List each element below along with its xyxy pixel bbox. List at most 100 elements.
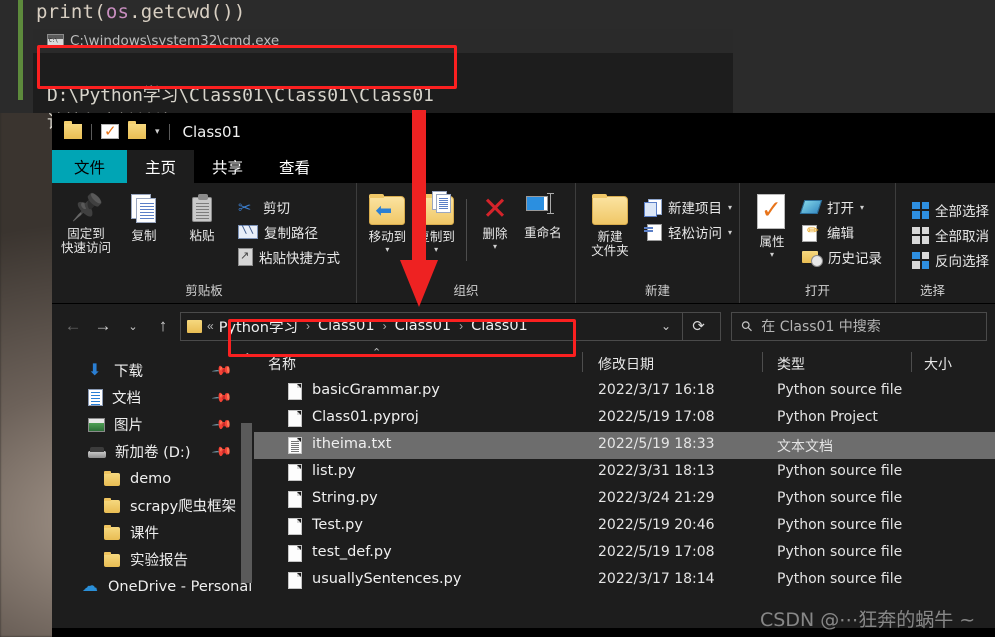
pin-icon[interactable]: 📌: [211, 360, 233, 383]
code-prefix: print(: [36, 1, 106, 23]
scroll-up-icon[interactable]: ⌃: [243, 351, 252, 364]
file-type: Python source file: [777, 382, 903, 398]
nav-item-downloads[interactable]: ⬇ 下载 📌: [52, 357, 254, 384]
column-headers: 名称 ⌃ 修改日期 类型 大小: [254, 347, 995, 378]
history-button[interactable]: 历史记录: [802, 247, 882, 267]
cmd-console-window[interactable]: C:\windows\system32\cmd.exe D:\Python学习\…: [33, 29, 733, 133]
pin-icon[interactable]: 📌: [211, 441, 233, 464]
breadcrumb-overflow-icon[interactable]: «: [205, 319, 216, 333]
code-line: print(os.getcwd()): [36, 1, 246, 23]
cut-button[interactable]: ✂ 剪切: [238, 197, 340, 218]
column-header-size[interactable]: 大小: [924, 354, 952, 374]
invert-selection-button[interactable]: 反向选择: [912, 250, 989, 270]
tab-share[interactable]: 共享: [194, 150, 261, 183]
column-header-type[interactable]: 类型: [777, 354, 805, 374]
pin-to-quick-access-button[interactable]: 固定到 快速访问: [58, 191, 114, 255]
table-row[interactable]: Test.py 2022/5/19 20:46 Python source fi…: [254, 513, 995, 540]
select-none-button[interactable]: 全部取消: [912, 225, 989, 245]
search-input[interactable]: ⚲ 在 Class01 中搜索: [731, 311, 987, 341]
breadcrumb[interactable]: « Python学习 › Class01 › Class01 › Class01…: [180, 311, 721, 341]
table-row[interactable]: Class01.pyproj 2022/5/19 17:08 Python Pr…: [254, 405, 995, 432]
breadcrumb-separator[interactable]: ›: [378, 319, 392, 333]
nav-item-drive-d[interactable]: 新加卷 (D:) 📌: [52, 438, 254, 465]
nav-item-label: 图片: [114, 418, 143, 434]
tab-file[interactable]: 文件: [52, 150, 128, 183]
copy-button[interactable]: 复制: [116, 191, 172, 243]
ribbon-group-select: 全部选择 全部取消 反向选择 选择: [896, 183, 995, 303]
edit-button[interactable]: 编辑: [802, 222, 882, 242]
button-label: 复制到: [417, 229, 455, 244]
folder-icon[interactable]: [64, 121, 82, 139]
nav-item-onedrive[interactable]: ☁ OneDrive - Personal: [52, 573, 254, 600]
paste-button[interactable]: 粘贴: [174, 191, 230, 243]
table-row[interactable]: test_def.py 2022/5/19 17:08 Python sourc…: [254, 540, 995, 567]
table-row[interactable]: list.py 2022/3/31 18:13 Python source fi…: [254, 459, 995, 486]
tab-view[interactable]: 查看: [261, 150, 328, 183]
table-row[interactable]: itheima.txt 2022/5/19 18:33 文本文档: [254, 432, 995, 459]
column-divider[interactable]: [911, 352, 912, 372]
paste-shortcut-button[interactable]: 粘贴快捷方式: [238, 247, 340, 267]
nav-item-demo[interactable]: demo: [52, 465, 254, 492]
nav-item-documents[interactable]: 文档 📌: [52, 384, 254, 411]
select-all-button[interactable]: 全部选择: [912, 200, 989, 220]
pin-icon[interactable]: 📌: [211, 414, 233, 437]
back-arrow-icon[interactable]: ←: [60, 313, 86, 339]
delete-button[interactable]: ✕ 删除 ▾: [473, 191, 516, 251]
nav-item-pictures[interactable]: 图片 📌: [52, 411, 254, 438]
refresh-icon[interactable]: ⟳: [682, 311, 714, 341]
breadcrumb-separator[interactable]: ›: [454, 319, 468, 333]
open-button[interactable]: 打开 ▾: [802, 197, 882, 217]
nav-item-label: 下载: [114, 364, 143, 380]
breadcrumb-separator[interactable]: ›: [301, 319, 315, 333]
easy-access-button[interactable]: 轻松访问 ▾: [644, 222, 732, 242]
tab-home[interactable]: 主页: [127, 150, 195, 183]
rename-button[interactable]: 重命名: [517, 191, 569, 240]
chevron-down-icon[interactable]: ▾: [728, 228, 732, 237]
nav-item-courseware[interactable]: 课件: [52, 519, 254, 546]
download-icon: ⬇: [88, 361, 102, 379]
recent-locations-icon[interactable]: ⌄: [120, 313, 146, 339]
column-header-date[interactable]: 修改日期: [598, 354, 654, 374]
proj-file-icon: [288, 410, 302, 427]
chevron-down-icon[interactable]: ▾: [493, 243, 497, 251]
properties-icon[interactable]: [101, 122, 119, 140]
column-divider[interactable]: [762, 352, 763, 372]
copy-to-button[interactable]: 复制到 ▾: [412, 191, 461, 254]
chevron-down-icon[interactable]: ▾: [770, 251, 774, 259]
breadcrumb-item-2[interactable]: Class01: [395, 318, 452, 334]
file-type: 文本文档: [777, 439, 833, 455]
new-folder-button[interactable]: 新建 文件夹: [582, 191, 638, 258]
breadcrumb-item-3[interactable]: Class01: [471, 318, 528, 334]
table-row[interactable]: usuallySentences.py 2022/3/17 18:14 Pyth…: [254, 567, 995, 594]
column-header-name[interactable]: 名称: [268, 354, 296, 374]
file-name: test_def.py: [312, 544, 392, 560]
table-row[interactable]: String.py 2022/3/24 21:29 Python source …: [254, 486, 995, 513]
breadcrumb-item-0[interactable]: Python学习: [219, 316, 298, 337]
nav-scrollbar-thumb[interactable]: [241, 423, 252, 583]
chevron-down-icon[interactable]: ▾: [434, 246, 438, 254]
py-file-icon: [288, 518, 302, 535]
button-label: 删除: [482, 226, 508, 241]
chevron-down-icon[interactable]: ▾: [860, 203, 864, 212]
chevron-down-icon[interactable]: ▾: [728, 203, 732, 212]
chevron-down-icon[interactable]: ▾: [385, 246, 389, 254]
chevron-down-icon[interactable]: ▾: [155, 126, 160, 137]
breadcrumb-item-1[interactable]: Class01: [318, 318, 375, 334]
column-divider[interactable]: [582, 352, 583, 372]
new-folder-icon[interactable]: [128, 121, 146, 139]
button-label-2: 文件夹: [591, 243, 629, 258]
pin-icon[interactable]: 📌: [211, 387, 233, 410]
file-date: 2022/5/19 17:08: [598, 409, 715, 425]
table-row[interactable]: basicGrammar.py 2022/3/17 16:18 Python s…: [254, 378, 995, 405]
move-to-button[interactable]: ⬅ 移动到 ▾: [363, 191, 412, 254]
nav-item-lab-report[interactable]: 实验报告: [52, 546, 254, 573]
forward-arrow-icon[interactable]: →: [90, 313, 116, 339]
properties-button[interactable]: ✓ 属性 ▾: [746, 191, 798, 259]
up-arrow-icon[interactable]: ↑: [150, 313, 176, 339]
onedrive-icon: ☁: [82, 577, 98, 595]
chevron-down-icon[interactable]: ⌄: [653, 319, 679, 333]
vcs-change-marker: [18, 0, 23, 100]
copy-path-button[interactable]: 复制路径: [238, 222, 340, 242]
nav-item-scrapy[interactable]: scrapy爬虫框架: [52, 492, 254, 519]
new-item-button[interactable]: 新建项目 ▾: [644, 197, 732, 217]
